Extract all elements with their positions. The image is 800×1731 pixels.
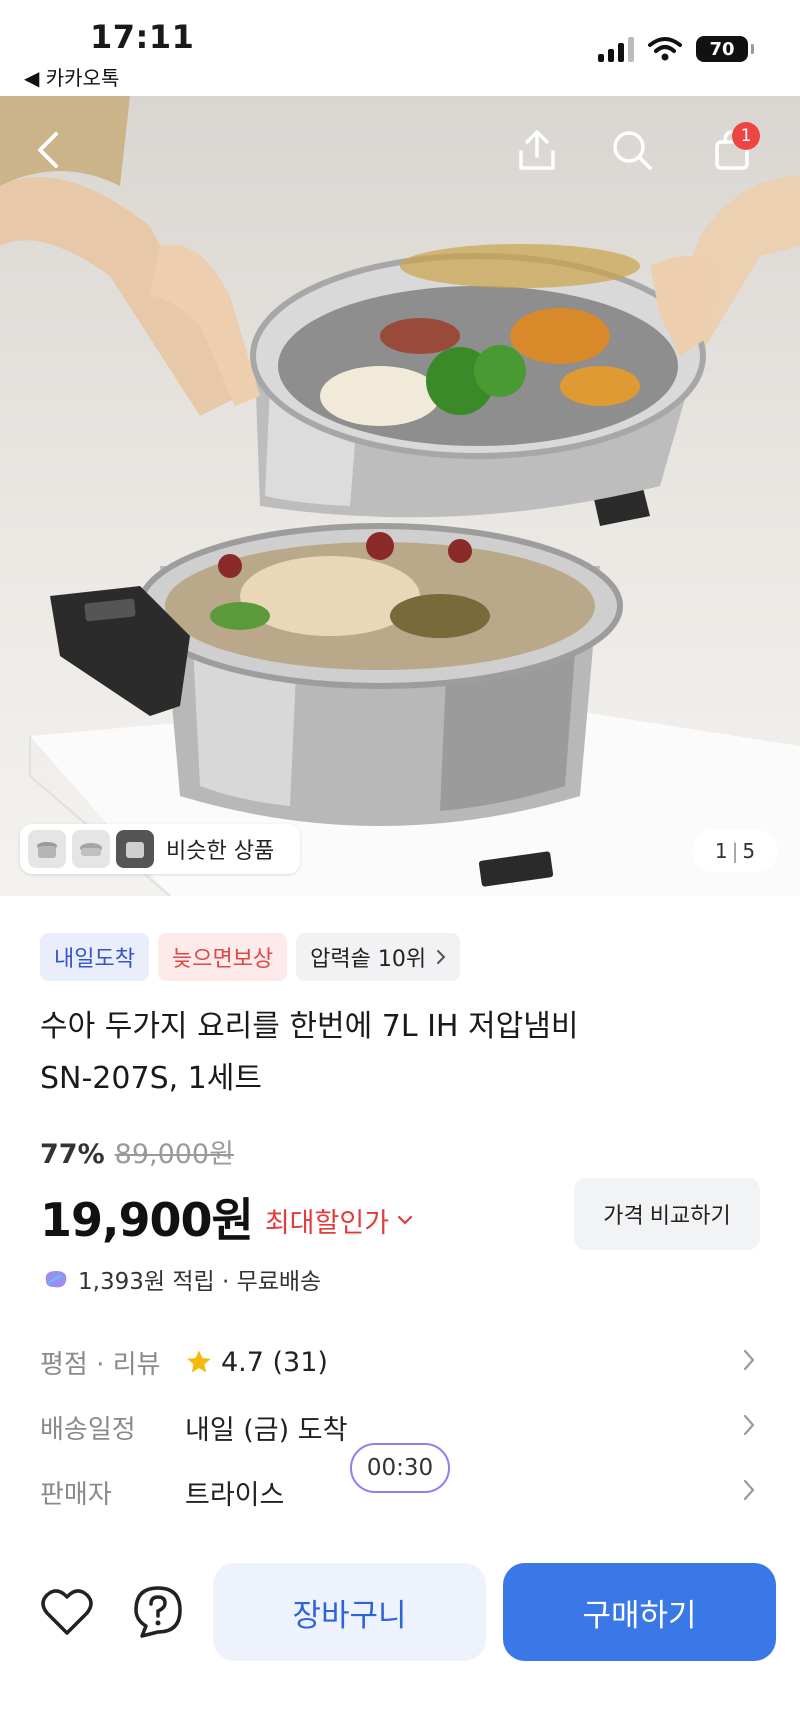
cellular-signal-icon: [598, 36, 634, 62]
original-price: 89,000원: [114, 1139, 234, 1170]
cart-count-badge: 1: [732, 122, 760, 150]
countdown-timer: 00:30: [350, 1443, 450, 1493]
question-icon: [134, 1586, 182, 1638]
image-page-indicator: 1 | 5: [692, 830, 778, 872]
max-discount-label: 최대할인가: [264, 1207, 390, 1239]
product-tags: 내일도착 늦으면보상 압력솥 10위: [40, 933, 461, 981]
chevron-right-icon: [743, 1349, 755, 1371]
similar-thumb: [72, 830, 110, 868]
help-button[interactable]: [126, 1580, 190, 1644]
similar-thumb: [28, 830, 66, 868]
search-button[interactable]: [600, 118, 664, 182]
discount-row: 77% 89,000원: [40, 1132, 234, 1171]
back-button[interactable]: [18, 118, 82, 182]
ranking-label: 압력솥 10위: [310, 947, 427, 972]
product-title-line2: SN-207S, 1세트: [40, 1061, 262, 1096]
price-row: 19,900원 최대할인가: [40, 1184, 413, 1250]
wifi-icon: [648, 37, 682, 61]
page-current: 1: [714, 839, 728, 863]
back-to-app-link[interactable]: ◀ 카카오톡: [24, 62, 119, 91]
status-bar: 17:11 ◀ 카카오톡 70: [0, 0, 800, 96]
buy-now-button[interactable]: 구매하기: [503, 1563, 776, 1661]
product-photo: [0, 96, 800, 896]
battery-icon: 70: [696, 36, 754, 62]
star-icon: [187, 1350, 211, 1373]
points-row: 1,393원 적립 · 무료배송: [42, 1262, 321, 1296]
discount-rate: 77%: [40, 1139, 105, 1170]
tag-late-compensation: 늦으면보상: [157, 933, 288, 981]
product-title: 수아 두가지 요리를 한번에 7L IH 저압냄비 SN-207S, 1세트: [40, 1001, 740, 1105]
share-icon: [519, 130, 555, 170]
rating-row[interactable]: 평점 · 리뷰 4.7 (31): [40, 1340, 760, 1384]
tag-ranking[interactable]: 압력솥 10위: [296, 933, 461, 981]
product-title-line1: 수아 두가지 요리를 한번에 7L IH 저압냄비: [40, 1009, 579, 1044]
max-discount-toggle[interactable]: 최대할인가: [265, 1201, 413, 1240]
wishlist-button[interactable]: [35, 1580, 99, 1644]
product-image-carousel[interactable]: 1 비슷한 상품 1 | 5: [0, 96, 800, 896]
cart-button[interactable]: 1: [700, 118, 764, 182]
chevron-left-icon: [38, 132, 58, 168]
similar-thumb: [116, 830, 154, 868]
seller-value: 트라이스: [185, 1479, 285, 1511]
points-icon: [45, 1271, 67, 1288]
tag-next-day-delivery: 내일도착: [40, 933, 149, 981]
seller-label: 판매자: [40, 1479, 112, 1510]
points-text: 1,393원 적립 · 무료배송: [78, 1269, 322, 1295]
status-icons: 70: [598, 36, 754, 62]
rating-label: 평점 · 리뷰: [40, 1349, 161, 1380]
shipping-label: 배송일정: [40, 1414, 136, 1445]
chevron-right-icon: [743, 1479, 755, 1501]
similar-products-label: 비슷한 상품: [166, 839, 275, 864]
chevron-right-icon: [743, 1414, 755, 1436]
add-to-cart-button[interactable]: 장바구니: [213, 1563, 486, 1661]
rating-value: 4.7 (31): [221, 1346, 328, 1378]
sale-price: 19,900원: [40, 1193, 254, 1247]
price-compare-button[interactable]: 가격 비교하기: [574, 1178, 760, 1250]
similar-products-button[interactable]: 비슷한 상품: [20, 824, 300, 874]
search-icon: [613, 131, 652, 170]
bottom-action-bar: 장바구니 구매하기: [0, 1540, 800, 1731]
shipping-value: 내일 (금) 도착: [185, 1414, 348, 1446]
chevron-down-icon: [397, 1215, 413, 1225]
heart-icon: [41, 1589, 93, 1635]
status-time: 17:11: [90, 18, 195, 56]
page-total: 5: [742, 839, 756, 863]
share-button[interactable]: [505, 118, 569, 182]
chevron-right-icon: [437, 950, 446, 964]
